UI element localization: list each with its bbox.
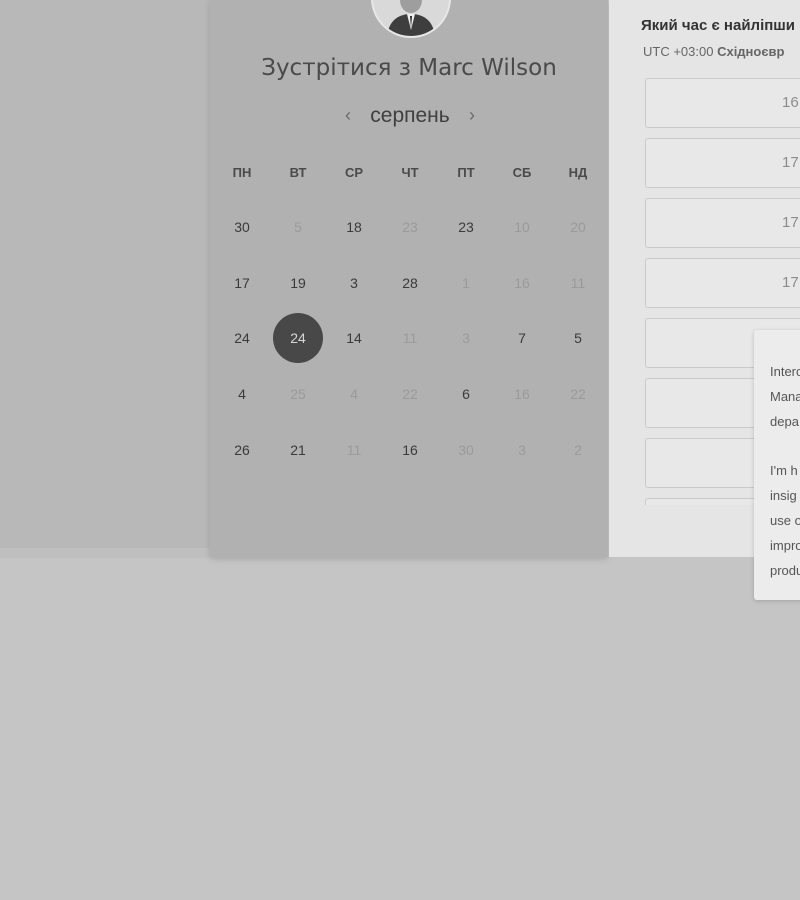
calendar-week-row: 17 19 3 28 1 16 11: [214, 268, 606, 298]
weekday-header-row: ПН ВТ СР ЧТ ПТ СБ НД: [214, 158, 606, 188]
unavailable-day: 10: [514, 219, 530, 235]
unavailable-day: 3: [462, 330, 470, 346]
timezone-name: Східноєвр: [717, 44, 785, 59]
unavailable-day: 30: [458, 442, 474, 458]
timezone-selector[interactable]: UTC +03:00 Східноєвр: [643, 44, 800, 59]
available-day-button[interactable]: 14: [326, 323, 382, 353]
available-day-button[interactable]: 19: [270, 268, 326, 298]
weekday-label: ВТ: [289, 165, 307, 180]
time-slot-button[interactable]: 17: [645, 198, 800, 248]
available-day-button[interactable]: 5: [550, 323, 606, 353]
selected-day-button[interactable]: 24: [273, 313, 323, 363]
unavailable-day: 4: [350, 386, 358, 402]
available-day-button[interactable]: 24: [214, 323, 270, 353]
available-day-button[interactable]: 17: [214, 268, 270, 298]
unavailable-day: 22: [570, 386, 586, 402]
left-backdrop-edge: [0, 548, 210, 558]
available-day-button[interactable]: 26: [214, 435, 270, 465]
available-day-button[interactable]: 30: [214, 212, 270, 242]
time-slot-button[interactable]: 17: [645, 138, 800, 188]
unavailable-day: 5: [294, 219, 302, 235]
unavailable-day: 1: [462, 275, 470, 291]
weekday-label: НД: [568, 165, 588, 180]
unavailable-day: 3: [518, 442, 526, 458]
popover-text-line: impro: [770, 538, 800, 553]
popover-text-line: insig: [770, 488, 797, 503]
popover-text-line: I'm h: [770, 463, 798, 478]
weekday-label: ПН: [232, 165, 252, 180]
available-day-button[interactable]: 3: [326, 268, 382, 298]
time-slot-button[interactable]: 17: [645, 258, 800, 308]
unavailable-day: 2: [574, 442, 582, 458]
available-day-button[interactable]: 28: [382, 268, 438, 298]
unavailable-day: 23: [402, 219, 418, 235]
unavailable-day: 25: [290, 386, 306, 402]
calendar-week-row: 24 24 14 11 3 7 5: [214, 313, 606, 363]
time-slot-button[interactable]: 16: [645, 78, 800, 128]
month-navigation: ‹ серпень ›: [210, 102, 608, 130]
time-slot-label: 17: [782, 214, 799, 231]
weekday-label: СР: [344, 165, 364, 180]
unavailable-day: 16: [514, 275, 530, 291]
weekday-label: ЧТ: [401, 165, 419, 180]
available-day-button[interactable]: 23: [438, 212, 494, 242]
available-day-button[interactable]: 16: [382, 435, 438, 465]
available-day-button[interactable]: 6: [438, 379, 494, 409]
meeting-title: Зустрітися з Marc Wilson: [261, 55, 557, 81]
available-day-button[interactable]: 7: [494, 323, 550, 353]
times-question: Який час є найліпши: [641, 17, 796, 34]
weekday-label: СБ: [512, 165, 532, 180]
calendar-week-row: 4 25 4 22 6 16 22: [214, 379, 606, 409]
unavailable-day: 16: [514, 386, 530, 402]
unavailable-day: 11: [346, 442, 362, 458]
unavailable-day: 11: [402, 330, 418, 346]
time-slot-label: 17: [782, 274, 799, 291]
time-slot-label: 17: [782, 154, 799, 171]
weekday-label: ПТ: [457, 165, 475, 180]
available-day-button[interactable]: 18: [326, 212, 382, 242]
left-backdrop: [0, 0, 210, 548]
time-slot-label: 16: [782, 94, 799, 111]
unavailable-day: 20: [570, 219, 586, 235]
timezone-offset: UTC +03:00: [643, 44, 714, 59]
available-day-button[interactable]: 4: [214, 379, 270, 409]
chevron-left-icon[interactable]: ‹: [336, 102, 360, 130]
unavailable-day: 22: [402, 386, 418, 402]
popover-text-line: Mana: [770, 389, 800, 404]
unavailable-day: 11: [570, 275, 586, 291]
popover-text-line: use o: [770, 513, 800, 528]
host-description-popover: Interc Mana depa I'm h insig use o impro produ: [754, 330, 800, 600]
popover-text-line: produ: [770, 563, 800, 578]
available-day-button[interactable]: 21: [270, 435, 326, 465]
page: Зустрітися з Marc Wilson ‹ серпень › ПН В…: [0, 0, 800, 900]
month-label: серпень: [370, 104, 450, 127]
calendar-week-row: 30 5 18 23 23 10 20: [214, 212, 606, 242]
calendar-week-row: 26 21 11 16 30 3 2: [214, 435, 606, 465]
popover-text-line: Interc: [770, 364, 800, 379]
popover-text-line: depa: [770, 414, 799, 429]
chevron-right-icon[interactable]: ›: [460, 102, 484, 130]
